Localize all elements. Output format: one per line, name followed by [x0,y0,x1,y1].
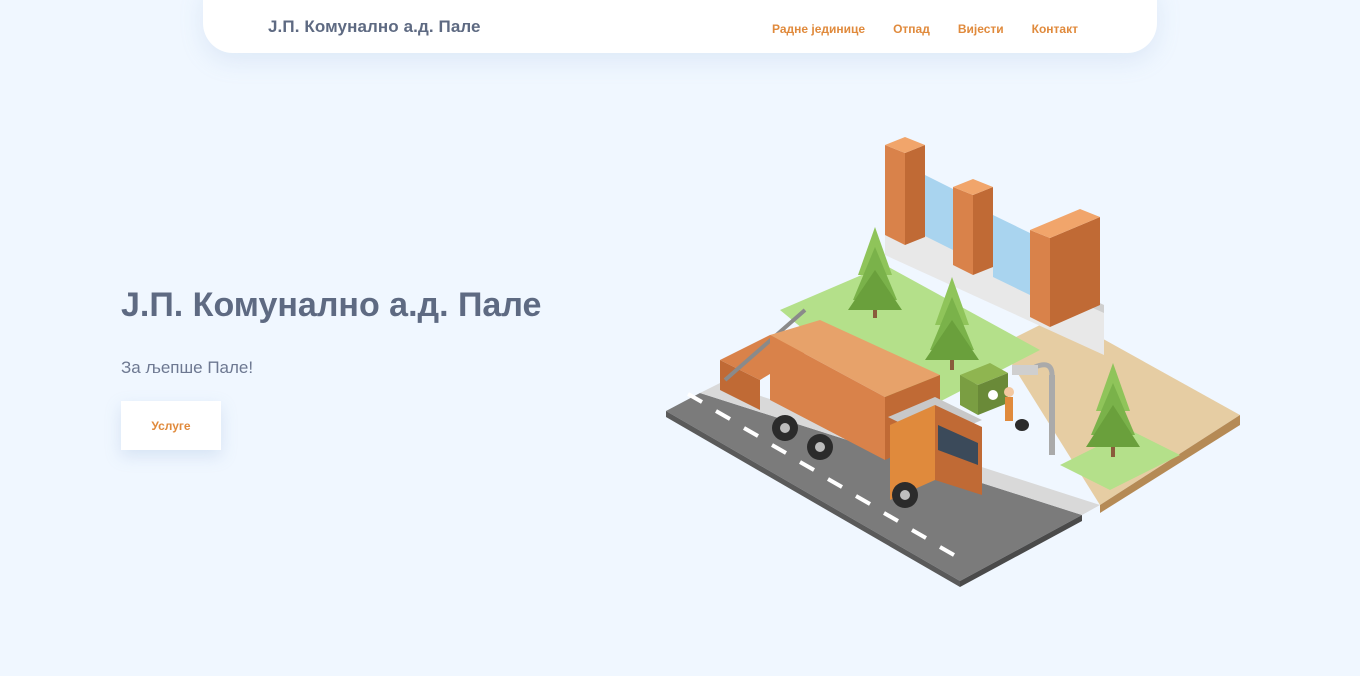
brand-link[interactable]: Ј.П. Комунално а.д. Пале [268,17,481,37]
nav-item-contact: Контакт [1032,20,1078,38]
nav-link-units[interactable]: Радне јединице [772,22,865,36]
hero-subtitle: За љепше Пале! [121,358,254,377]
nav-menu: Радне јединице Отпад Вијести Контакт [772,20,1078,38]
services-button[interactable]: Услуге [121,401,221,450]
nav-item-waste: Отпад [893,20,930,38]
nav-link-contact[interactable]: Контакт [1032,22,1078,36]
nav-item-units: Радне јединице [772,20,865,38]
top-navbar: Ј.П. Комунално а.д. Пале Радне јединице … [203,0,1157,53]
garbage-truck-illustration [666,137,1240,587]
hero-title: Ј.П. Комунално а.д. Пале [121,286,542,324]
nav-item-news: Вијести [958,20,1004,38]
nav-link-news[interactable]: Вијести [958,22,1004,36]
nav-link-waste[interactable]: Отпад [893,22,930,36]
